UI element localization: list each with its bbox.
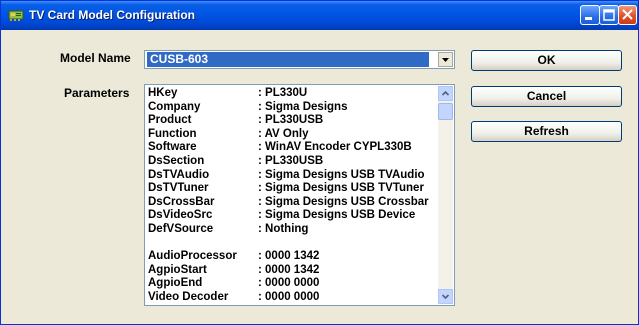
parameters-label: Parameters bbox=[64, 86, 130, 100]
parameter-row[interactable]: Company : Sigma Designs bbox=[148, 101, 438, 115]
refresh-button[interactable]: Refresh bbox=[471, 121, 622, 142]
scroll-up-button[interactable] bbox=[438, 86, 453, 101]
parameter-key: AgpioStart bbox=[148, 263, 207, 276]
parameter-key: DsVideoSrc bbox=[148, 209, 213, 222]
model-name-label: Model Name bbox=[60, 51, 131, 65]
parameter-value: : Sigma Designs USB Crossbar bbox=[258, 195, 429, 208]
chevron-down-icon bbox=[442, 58, 449, 62]
parameters-listbox[interactable]: HKey: PL330U Company: Sigma Designs Produc… bbox=[144, 84, 455, 306]
parameter-value: : 0000 0000 bbox=[258, 290, 320, 303]
parameter-row[interactable]: DsVideoSrc : Sigma Designs USB Device bbox=[148, 209, 438, 223]
parameter-key: Company bbox=[148, 100, 201, 113]
parameter-row[interactable]: Video Decoder : 0000 0000 bbox=[148, 291, 438, 303]
model-name-value: CUSB-603 bbox=[147, 52, 429, 67]
parameter-value: : Sigma Designs bbox=[258, 100, 348, 113]
parameter-row[interactable]: Software : WinAV Encoder CYPL330B bbox=[148, 141, 438, 155]
parameter-key: Product bbox=[148, 114, 192, 127]
maximize-icon bbox=[603, 9, 615, 21]
parameter-value: : Sigma Designs USB TVAudio bbox=[258, 168, 425, 181]
parameter-row[interactable]: DsTVAudio : Sigma Designs USB TVAudio bbox=[148, 169, 438, 183]
parameter-value: : PL330USB bbox=[258, 114, 324, 127]
cancel-button[interactable]: Cancel bbox=[471, 86, 622, 107]
parameter-value: : 0000 1342 bbox=[258, 250, 320, 263]
parameter-row[interactable]: DsSection : PL330USB bbox=[148, 155, 438, 169]
arrow-down-icon bbox=[441, 294, 450, 300]
minimize-button[interactable] bbox=[580, 5, 600, 25]
parameter-key: DsSection bbox=[148, 154, 205, 167]
parameter-value: : 0000 0000 bbox=[258, 277, 320, 290]
parameter-key: AgpioEnd bbox=[148, 277, 203, 290]
window-title: TV Card Model Configuration bbox=[29, 8, 195, 22]
dialog-body: Model Name CUSB-603 Parameters HKey : PL3… bbox=[4, 30, 635, 322]
title-bar[interactable]: TV Card Model Configuration bbox=[1, 1, 638, 30]
parameter-value: : AV Only bbox=[258, 127, 309, 140]
scroll-down-button[interactable] bbox=[438, 289, 453, 304]
close-button[interactable] bbox=[618, 5, 637, 25]
parameter-key: DsTVAudio bbox=[148, 168, 210, 181]
parameter-row[interactable]: HKey : PL330U bbox=[148, 87, 438, 101]
vertical-scrollbar[interactable] bbox=[438, 86, 453, 304]
tv-card-config-window: TV Card Model Configuration Model Name C… bbox=[0, 0, 639, 325]
parameter-value: : Sigma Designs USB Device bbox=[258, 209, 416, 222]
parameter-key: Software bbox=[148, 141, 197, 154]
maximize-button[interactable] bbox=[599, 5, 619, 25]
parameter-row[interactable]: AgpioEnd : 0000 0000 bbox=[148, 277, 438, 291]
parameter-value: : 0000 1342 bbox=[258, 263, 320, 276]
parameter-row[interactable]: Function : AV Only bbox=[148, 128, 438, 142]
parameter-row[interactable]: Product : PL330USB bbox=[148, 114, 438, 128]
parameter-value: : PL330USB bbox=[258, 154, 324, 167]
parameter-row[interactable]: AgpioStart : 0000 1342 bbox=[148, 264, 438, 278]
close-icon bbox=[622, 9, 633, 20]
parameters-list: HKey: PL330U Company: Sigma Designs Produc… bbox=[148, 87, 438, 303]
arrow-up-icon bbox=[441, 90, 450, 96]
dropdown-button[interactable] bbox=[438, 52, 453, 67]
parameter-key: DefVSource bbox=[148, 222, 214, 235]
parameter-value: : PL330U bbox=[258, 87, 308, 99]
minimize-icon bbox=[585, 17, 592, 20]
parameter-row[interactable]: AudioProcessor : 0000 1342 bbox=[148, 250, 438, 264]
parameter-value: : Nothing bbox=[258, 222, 309, 235]
ok-button[interactable]: OK bbox=[471, 50, 622, 71]
tv-card-icon bbox=[8, 10, 24, 21]
parameter-key: AudioProcessor bbox=[148, 250, 237, 263]
parameter-key: Video Decoder bbox=[148, 290, 229, 303]
parameter-row[interactable] bbox=[148, 237, 438, 251]
parameter-key: DsCrossBar bbox=[148, 195, 215, 208]
parameter-row[interactable]: DsCrossBar : Sigma Designs USB Crossbar bbox=[148, 196, 438, 210]
scroll-thumb[interactable] bbox=[438, 103, 453, 120]
parameter-value: : WinAV Encoder CYPL330B bbox=[258, 141, 412, 154]
parameter-value: : Sigma Designs USB TVTuner bbox=[258, 182, 424, 195]
parameter-key: Function bbox=[148, 127, 197, 140]
parameter-row[interactable]: DefVSource : Nothing bbox=[148, 223, 438, 237]
model-name-dropdown[interactable]: CUSB-603 bbox=[144, 50, 455, 69]
parameter-row[interactable]: DsTVTuner : Sigma Designs USB TVTuner bbox=[148, 182, 438, 196]
parameter-key: DsTVTuner bbox=[148, 182, 209, 195]
parameter-key: HKey bbox=[148, 87, 178, 99]
